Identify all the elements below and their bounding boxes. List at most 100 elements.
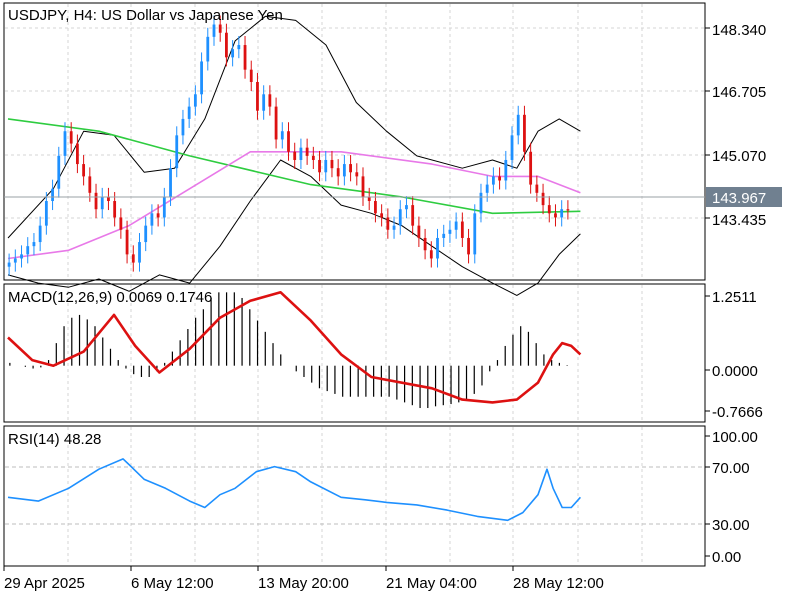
candle-body bbox=[7, 262, 11, 267]
rsi-line bbox=[7, 458, 581, 522]
candle-body bbox=[212, 24, 216, 37]
candle-body bbox=[200, 61, 203, 95]
candle-body bbox=[274, 106, 278, 140]
candle-body bbox=[131, 254, 135, 263]
candle-body bbox=[560, 209, 564, 218]
candle-body bbox=[535, 184, 539, 193]
candle-body bbox=[516, 114, 520, 136]
candle-body bbox=[88, 176, 92, 193]
main-chart-title: USDJPY, H4: US Dollar vs Japanese Yen bbox=[8, 7, 283, 24]
time-axis-label: 28 May 12:00 bbox=[513, 575, 604, 592]
candle-body bbox=[429, 250, 433, 259]
candle-body bbox=[448, 229, 452, 234]
candle-body bbox=[342, 164, 346, 177]
candle-body bbox=[442, 233, 446, 238]
candle-body bbox=[566, 209, 570, 211]
macd-tick-label: -0.7666 bbox=[712, 404, 763, 421]
main-panel-frame bbox=[3, 2, 706, 281]
candle-body bbox=[467, 237, 470, 255]
time-axis-label: 29 Apr 2025 bbox=[4, 575, 85, 592]
candle-body bbox=[20, 254, 23, 259]
chart-svg: USDJPY, H4: US Dollar vs Japanese Yen 14… bbox=[3, 2, 782, 592]
candle-body bbox=[268, 94, 272, 107]
candle-body bbox=[305, 147, 309, 156]
rsi-tick-label: 100.00 bbox=[712, 429, 758, 446]
candle-body bbox=[355, 172, 359, 177]
price-tick-label: 148.340 bbox=[712, 22, 766, 39]
candle-body bbox=[349, 164, 352, 173]
candle-body bbox=[541, 192, 545, 206]
candle-body bbox=[392, 225, 396, 230]
candle-body bbox=[417, 225, 421, 238]
candle-body bbox=[119, 217, 123, 230]
candle-body bbox=[69, 131, 73, 144]
candle-body bbox=[405, 205, 408, 210]
candle-body bbox=[218, 24, 222, 33]
candle-body bbox=[411, 205, 415, 226]
candle-body bbox=[311, 155, 315, 160]
candle-body bbox=[256, 81, 259, 111]
time-axis-label: 21 May 04:00 bbox=[386, 575, 477, 592]
candle-body bbox=[94, 192, 98, 210]
candle-body bbox=[107, 196, 110, 202]
candle-body bbox=[44, 201, 48, 226]
rsi-panel-frame bbox=[3, 425, 706, 567]
macd-label: MACD(12,26,9) 0.0069 0.1746 bbox=[8, 289, 212, 306]
rsi-tick-label: 0.00 bbox=[712, 549, 741, 566]
candle-body bbox=[225, 32, 228, 58]
candle-body bbox=[491, 176, 495, 185]
candle-body bbox=[479, 192, 483, 214]
candle-body bbox=[318, 159, 321, 173]
candle-body bbox=[57, 155, 61, 189]
candle-body bbox=[529, 151, 533, 185]
candle-body bbox=[380, 213, 384, 218]
candle-body bbox=[498, 176, 501, 181]
candle-body bbox=[361, 176, 365, 197]
time-axis-label: 6 May 12:00 bbox=[131, 575, 214, 592]
candle-body bbox=[423, 237, 427, 251]
candle-body bbox=[193, 94, 197, 107]
candle-body bbox=[113, 201, 117, 218]
candle-body bbox=[336, 168, 340, 177]
candle-body bbox=[156, 213, 160, 218]
candle-body bbox=[547, 205, 551, 214]
rsi-tick-label: 70.00 bbox=[712, 460, 750, 477]
candle-body bbox=[231, 49, 235, 58]
macd-tick-label: 0.0000 bbox=[712, 363, 758, 380]
candle-body bbox=[460, 221, 464, 238]
candle-body bbox=[324, 159, 328, 173]
candle-body bbox=[262, 94, 266, 111]
candle-body bbox=[13, 258, 17, 263]
candle-body bbox=[187, 106, 191, 119]
candle-body bbox=[485, 184, 489, 193]
candle-body bbox=[374, 201, 377, 214]
macd-signal-line bbox=[7, 290, 582, 404]
candle-body bbox=[554, 213, 557, 218]
chart-root: USDJPY, H4: US Dollar vs Japanese Yen 14… bbox=[0, 0, 800, 600]
candle-body bbox=[454, 221, 458, 230]
macd-tick-label: 1.2511 bbox=[712, 289, 757, 306]
candle-body bbox=[398, 209, 402, 226]
candle-body bbox=[82, 164, 86, 177]
candle-body bbox=[523, 114, 526, 152]
candle-body bbox=[181, 118, 185, 136]
time-axis-label: 13 May 20:00 bbox=[258, 575, 349, 592]
candle-body bbox=[125, 229, 129, 255]
bollinger-upper-line bbox=[7, 15, 581, 239]
candle-body bbox=[144, 225, 148, 243]
candle-body bbox=[175, 135, 179, 169]
candle-body bbox=[162, 196, 166, 218]
candle-body bbox=[38, 225, 42, 243]
candle-body bbox=[138, 242, 141, 263]
candle-body bbox=[386, 217, 390, 230]
candle-body bbox=[473, 213, 477, 255]
candle-body bbox=[100, 196, 104, 210]
candle-body bbox=[76, 143, 79, 165]
candle-body bbox=[249, 69, 253, 82]
rsi-label: RSI(14) 48.28 bbox=[8, 431, 101, 448]
candle-body bbox=[287, 131, 290, 152]
price-tick-label: 145.070 bbox=[712, 148, 766, 165]
candle-body bbox=[32, 242, 36, 247]
candle-body bbox=[26, 246, 30, 255]
candle-body bbox=[243, 45, 247, 70]
